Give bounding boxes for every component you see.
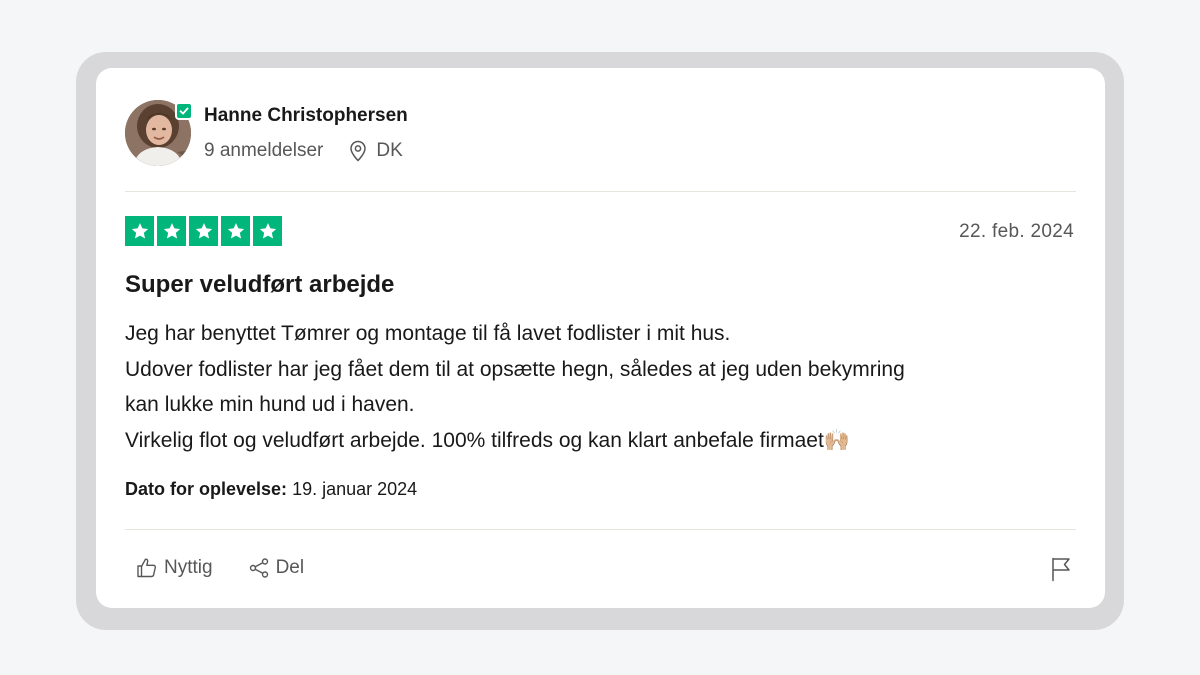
flag-icon bbox=[1052, 557, 1070, 582]
star-icon bbox=[125, 216, 154, 246]
review-count: 9 anmeldelser bbox=[204, 140, 324, 161]
reviewer-meta: 9 anmeldelser DK bbox=[204, 140, 403, 162]
experience-date-value: 19. januar 2024 bbox=[292, 479, 418, 499]
review-body-line: Jeg har benyttet Tømrer og montage til f… bbox=[125, 322, 731, 345]
verified-check-icon bbox=[179, 107, 189, 115]
divider bbox=[125, 529, 1076, 530]
location-text: DK bbox=[376, 140, 403, 161]
share-icon bbox=[249, 558, 268, 578]
thumbs-up-icon bbox=[137, 558, 157, 578]
avatar[interactable] bbox=[125, 100, 193, 166]
experience-date-label: Dato for oplevelse: bbox=[125, 479, 288, 499]
useful-label: Nyttig bbox=[164, 557, 213, 578]
review-body-line: kan lukke min hund ud i haven. bbox=[125, 393, 415, 416]
review-card: Hanne Christophersen 9 anmeldelser DK 22… bbox=[96, 68, 1105, 608]
star-icon bbox=[157, 216, 186, 246]
review-actions: Nyttig Del bbox=[135, 556, 304, 580]
review-body: Jeg har benyttet Tømrer og montage til f… bbox=[125, 316, 1075, 458]
reviewer-name[interactable]: Hanne Christophersen bbox=[204, 105, 408, 127]
review-date: 22. feb. 2024 bbox=[959, 221, 1074, 242]
star-rating bbox=[125, 216, 282, 246]
divider bbox=[125, 191, 1076, 192]
share-button[interactable]: Del bbox=[247, 556, 305, 580]
star-icon bbox=[189, 216, 218, 246]
reviewer-location: DK bbox=[348, 140, 403, 162]
report-button[interactable] bbox=[1049, 556, 1073, 587]
verified-badge bbox=[175, 102, 193, 120]
useful-button[interactable]: Nyttig bbox=[135, 556, 213, 580]
star-icon bbox=[221, 216, 250, 246]
experience-date: Dato for oplevelse: 19. januar 2024 bbox=[125, 479, 417, 500]
reviewer-header: Hanne Christophersen 9 anmeldelser DK bbox=[125, 100, 1076, 170]
location-pin-icon bbox=[350, 140, 367, 162]
review-body-line: Udover fodlister har jeg fået dem til at… bbox=[125, 357, 905, 381]
share-label: Del bbox=[275, 557, 305, 578]
star-icon bbox=[253, 216, 282, 246]
review-title[interactable]: Super veludført arbejde bbox=[125, 271, 394, 299]
review-body-line: Virkelig flot og veludført arbejde. 100%… bbox=[125, 428, 850, 452]
